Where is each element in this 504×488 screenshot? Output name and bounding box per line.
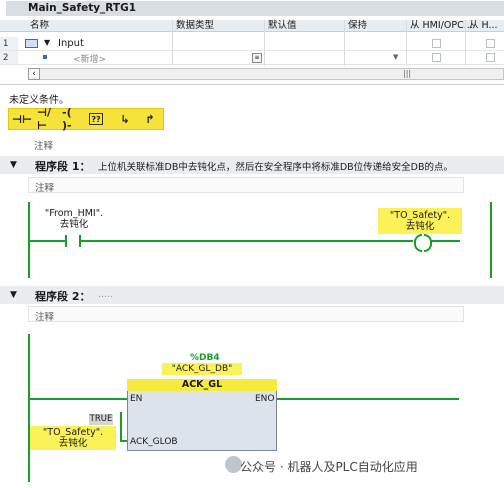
hmi-checkbox[interactable] (432, 53, 441, 62)
datatype-picker-icon[interactable]: ≡ (252, 53, 262, 63)
dropdown-arrow-icon[interactable]: ▼ (393, 53, 403, 63)
input-section-icon (25, 39, 38, 48)
rung-wire (80, 240, 413, 242)
pin-ack-glob: ACK_GLOB (130, 437, 178, 447)
segment-2-title: 程序段 2： (35, 290, 91, 303)
watermark-text: 公众号 · 机器人及PLC自动化应用 (240, 460, 418, 474)
coil-operand[interactable]: "TO_Safety". 去钝化 (378, 208, 462, 234)
col-hmi-header[interactable]: 从 HMI/OPC... (410, 20, 473, 32)
empty-box-icon[interactable]: ?? (89, 113, 103, 125)
pin-en: EN (130, 394, 143, 404)
rung-wire (29, 398, 127, 400)
instance-db-address: %DB4 (190, 353, 220, 363)
segment-2-description[interactable]: ..... (98, 289, 113, 300)
true-value-label: TRUE (89, 414, 113, 425)
input-name: 去钝化 (58, 438, 88, 449)
segment-1-title: 程序段 1： (35, 160, 91, 173)
contact-name: 去钝化 (59, 219, 89, 230)
segment-2-header[interactable]: ▼ 程序段 2： ..... (0, 286, 504, 304)
rung-wire (277, 398, 459, 400)
segment-2-comment-box[interactable]: 注释 (28, 306, 464, 323)
pin-eno: ENO (255, 394, 275, 404)
col-retain-header[interactable]: 保持 (348, 20, 367, 32)
collapse-arrow-icon[interactable]: ▼ (10, 290, 17, 300)
col-h-header[interactable]: 从 H... (469, 20, 498, 32)
power-rail-left (28, 334, 30, 482)
coil-name: 去钝化 (405, 221, 435, 232)
power-rail-right (490, 202, 492, 278)
interface-table: Main_Safety_RTG1 名称 数据类型 默认值 保持 从 HMI/OP… (0, 0, 504, 84)
col-default-header[interactable]: 默认值 (268, 20, 297, 32)
nc-contact-icon[interactable]: ⊣/⊢ (37, 106, 57, 132)
interface-row-input[interactable]: 1 ▼ Input (0, 37, 504, 51)
expand-triangle-icon[interactable]: ▼ (44, 38, 50, 47)
contact-tag: "From_HMI". (44, 208, 104, 219)
block-title: Main_Safety_RTG1 (6, 1, 504, 16)
row-name: Input (58, 38, 84, 49)
interface-header: 名称 数据类型 默认值 保持 从 HMI/OPC... 从 H... (0, 20, 504, 32)
open-branch-icon[interactable]: ↳ (115, 111, 135, 127)
instance-db-name[interactable]: "ACK_GL_DB" (162, 363, 242, 375)
interface-row-new[interactable]: 2 <新增> ≡ ▼ (0, 51, 504, 65)
segment-1-comment-box[interactable]: 注释 (28, 177, 464, 194)
no-contact-icon[interactable]: ⊣⊢ (12, 111, 32, 127)
no-contact-symbol[interactable] (65, 235, 81, 247)
input-wire (120, 412, 122, 441)
coil-icon[interactable]: -( )- (62, 106, 82, 132)
add-new-placeholder[interactable]: <新增> (73, 52, 106, 65)
block-comment[interactable]: 注释 (34, 138, 53, 152)
coil-tag: "TO_Safety". (389, 210, 451, 221)
scroll-thumb-grip-icon[interactable]: ||| (403, 69, 411, 78)
segment-1-description[interactable]: 上位机关联标准DB中去钝化点，然后在安全程序中将标准DB位传递给安全DB的点。 (98, 159, 453, 173)
scroll-left-button[interactable]: ‹ (28, 68, 40, 80)
rung-wire (29, 240, 66, 242)
condition-text: 未定义条件。 (9, 95, 69, 106)
collapse-arrow-icon[interactable]: ▼ (10, 160, 17, 170)
segment-1-header[interactable]: ▼ 程序段 1： 上位机关联标准DB中去钝化点，然后在安全程序中将标准DB位传递… (0, 156, 504, 174)
col-datatype-header[interactable]: 数据类型 (176, 20, 214, 32)
contact-operand[interactable]: "From_HMI". 去钝化 (38, 208, 110, 230)
bullet-icon (43, 55, 47, 59)
ack-glob-operand[interactable]: "TO_Safety". 去钝化 (30, 426, 116, 450)
row-number: 2 (0, 51, 18, 64)
coil-symbol[interactable] (414, 234, 432, 252)
h-checkbox[interactable] (486, 39, 495, 48)
input-tag: "TO_Safety". (42, 427, 104, 438)
segment-1-comment: 注释 (35, 183, 55, 194)
horizontal-scrollbar[interactable] (28, 68, 504, 80)
row-number: 1 (0, 37, 18, 50)
h-checkbox[interactable] (486, 53, 495, 62)
close-branch-icon[interactable]: ↱ (140, 111, 160, 127)
segment-2-comment: 注释 (35, 312, 55, 323)
rung-wire (431, 240, 460, 242)
function-block-name: ACK_GL (127, 379, 277, 391)
col-name-header[interactable]: 名称 (30, 20, 49, 32)
hmi-checkbox[interactable] (432, 39, 441, 48)
